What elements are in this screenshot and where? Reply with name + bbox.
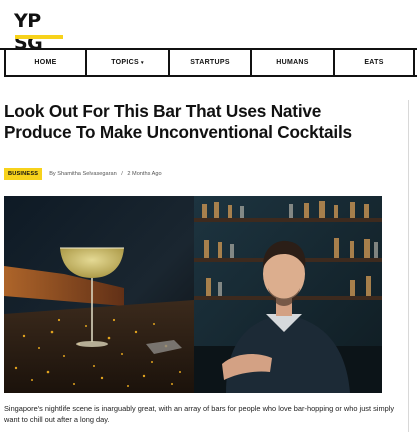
site-logo[interactable]: YP SG (14, 10, 74, 54)
article-title: Look Out For This Bar That Uses Native P… (4, 101, 352, 142)
hero-image (4, 196, 382, 393)
byline-separator: / (121, 171, 123, 177)
author-name[interactable]: By Shamitha Selvasegaran (49, 171, 116, 177)
nav-topics[interactable]: TOPICS ▾ (85, 50, 168, 75)
sidebar-divider (408, 100, 409, 432)
nav-startups[interactable]: STARTUPS (168, 50, 250, 75)
chevron-down-icon: ▾ (140, 59, 144, 66)
logo-underline (15, 35, 63, 39)
article-intro: Singapore's nightlife scene is inarguabl… (4, 404, 395, 424)
nav-home[interactable]: HOME (4, 50, 85, 75)
nav-startups-label: STARTUPS (190, 59, 230, 66)
nav-humans-label: HUMANS (276, 59, 309, 66)
nav-topics-label: TOPICS (111, 59, 139, 66)
publish-date: 2 Months Ago (127, 171, 162, 177)
article-meta: BUSINESS By Shamitha Selvasegaran / 2 Mo… (4, 168, 162, 180)
nav-eats[interactable]: EATS (333, 50, 415, 75)
main-nav: HOME TOPICS ▾ STARTUPS HUMANS EATS (4, 50, 417, 77)
nav-home-label: HOME (34, 59, 57, 66)
byline: By Shamitha Selvasegaran / 2 Months Ago (49, 171, 161, 177)
nav-humans[interactable]: HUMANS (250, 50, 333, 75)
category-badge[interactable]: BUSINESS (4, 168, 43, 180)
nav-eats-label: EATS (364, 59, 384, 66)
